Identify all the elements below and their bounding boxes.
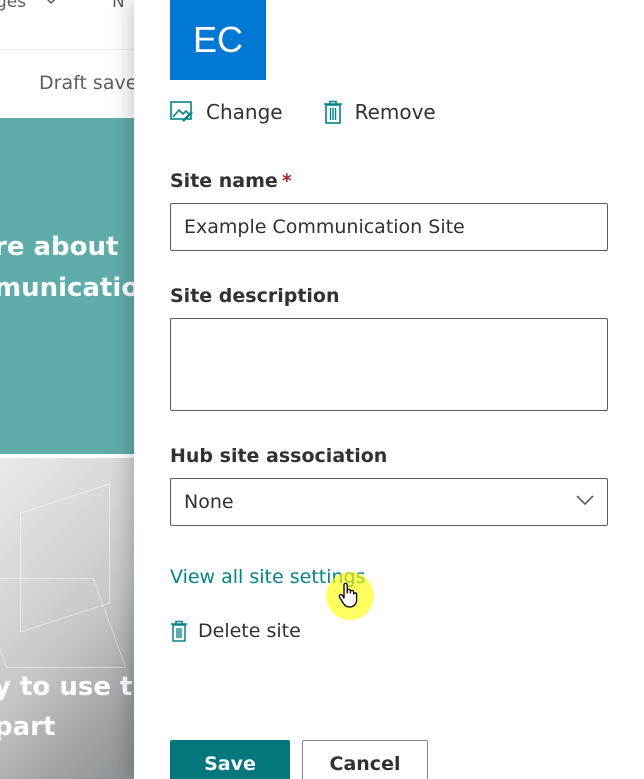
remove-label: Remove [354, 100, 436, 124]
image-caption-line-2: part [0, 712, 56, 742]
chevron-down-icon [576, 495, 594, 506]
trash-icon [323, 100, 342, 124]
hero-image-tile: y to use the part [0, 458, 140, 779]
site-information-panel: EC Change Remove Site name* Site descrip… [134, 0, 644, 779]
delete-site-label: Delete site [198, 620, 301, 642]
required-indicator: * [281, 170, 292, 192]
background-page: ges N Draft saved re about municatio y t… [0, 0, 140, 779]
delete-site-button[interactable]: Delete site [170, 620, 301, 642]
cancel-button[interactable]: Cancel [302, 740, 428, 779]
change-logo-button[interactable]: Change [170, 100, 283, 124]
site-description-label: Site description [170, 285, 340, 307]
hub-site-selected-value: None [184, 491, 234, 513]
hero-heading-line-1: re about [0, 232, 119, 262]
image-caption-line-1: y to use the [0, 672, 140, 702]
hero-heading-line-2: municatio [0, 273, 140, 303]
change-label: Change [206, 100, 283, 124]
logo-actions: Change Remove [170, 100, 436, 124]
nav-item-pages[interactable]: ges [0, 0, 26, 12]
save-button[interactable]: Save [170, 740, 290, 779]
background-nav-bar: ges N [0, 0, 140, 50]
draft-saved-status: Draft saved [39, 72, 140, 94]
hub-site-association-dropdown[interactable]: None [170, 478, 608, 526]
site-name-label-text: Site name [170, 170, 278, 192]
trash-icon [171, 620, 187, 642]
site-name-label: Site name * [170, 170, 292, 192]
hub-site-association-label: Hub site association [170, 445, 388, 467]
hand-pointer-icon [338, 582, 358, 608]
site-description-input[interactable] [170, 318, 608, 411]
chevron-down-icon [46, 0, 56, 5]
image-edit-icon [170, 101, 193, 122]
nav-item-fragment[interactable]: N [112, 0, 125, 12]
site-name-input[interactable] [170, 203, 608, 251]
mouse-cursor [326, 572, 374, 620]
remove-logo-button[interactable]: Remove [323, 100, 436, 124]
site-logo: EC [170, 0, 266, 80]
hero-banner: re about municatio [0, 118, 140, 454]
